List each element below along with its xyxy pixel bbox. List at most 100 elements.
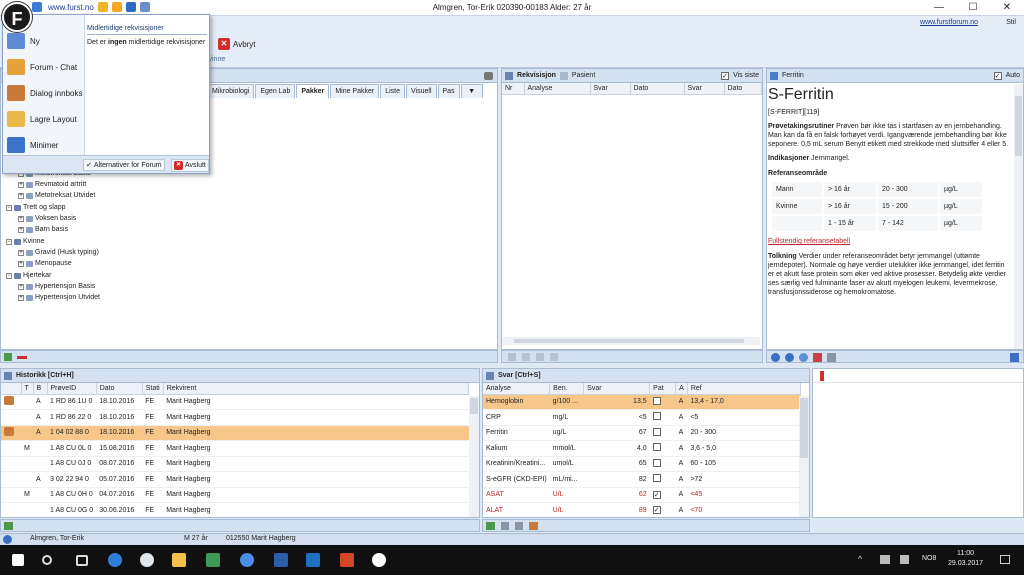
document-icon[interactable] — [501, 522, 509, 530]
column-header[interactable]: Pat — [649, 383, 677, 395]
save-icon[interactable] — [536, 353, 544, 361]
grid-icon[interactable] — [486, 522, 495, 530]
pathological-checkbox[interactable] — [652, 412, 661, 421]
column-header[interactable]: Rekvirent — [163, 383, 470, 395]
menu-item-dialog-inbox[interactable]: Dialog innboks — [7, 85, 82, 101]
tab-mikrobiologi[interactable]: Mikrobiologi — [207, 84, 255, 98]
tree-item[interactable]: + Gravid (Husk typing) — [18, 249, 99, 256]
app-menu-button[interactable]: F — [2, 2, 32, 32]
column-header[interactable]: Analyse — [483, 383, 551, 395]
refresh-icon[interactable] — [799, 353, 808, 362]
collapse-icon[interactable]: − — [6, 272, 12, 279]
column-header[interactable]: Dato — [630, 83, 685, 95]
browser-icon[interactable] — [140, 553, 154, 567]
menu-item-new[interactable]: Ny — [7, 33, 40, 49]
table-row[interactable]: S-eGFR (CKD-EPI) mL/mi... 82 A >72 — [483, 471, 801, 488]
pathological-checkbox[interactable] — [652, 474, 661, 483]
tab-pas[interactable]: Pas — [437, 84, 460, 98]
table-row[interactable]: M 1 A8 CU 0H 0 04.07.2016 FE Marit Hagberg — [1, 487, 469, 503]
cell-pat[interactable] — [649, 425, 676, 441]
file-explorer-icon[interactable] — [172, 553, 186, 567]
column-header[interactable]: T — [21, 383, 34, 395]
network-icon[interactable] — [1010, 353, 1019, 362]
column-header[interactable]: Svar — [583, 383, 651, 395]
tray-chevron-icon[interactable]: ^ — [858, 554, 862, 564]
tree-group[interactable]: − Hjertekar — [6, 272, 51, 279]
vis-siste-checkbox[interactable]: ✓ — [721, 71, 730, 80]
tab-patient[interactable]: Pasient — [572, 72, 595, 79]
expand-icon[interactable]: + — [18, 260, 24, 267]
tab-requisition[interactable]: Rekvisisjon — [517, 72, 556, 79]
menu-item-forum-chat[interactable]: Forum - Chat — [7, 59, 77, 75]
column-header[interactable]: A — [675, 383, 688, 395]
pathological-checkbox[interactable] — [652, 396, 661, 405]
table-row[interactable]: 1 A8 CU 0G 0 30.06.2016 FE Marit Hagberg — [1, 502, 469, 517]
cell-pat[interactable]: ✓ — [649, 502, 676, 517]
table-row[interactable]: A1 RD 86 1U 0 18.10.2016 FE Marit Hagberg — [1, 394, 469, 410]
auto-checkbox[interactable]: ✓ — [993, 71, 1002, 80]
table-row[interactable]: A1 RD 86 22 0 18.10.2016 FE Marit Hagberg — [1, 409, 469, 426]
menu-item-minimize[interactable]: Minimer — [7, 137, 58, 153]
expand-icon[interactable]: + — [18, 283, 24, 290]
grid-icon[interactable] — [4, 522, 13, 530]
tree-item[interactable]: + Metotreksat Utvidet — [18, 192, 95, 199]
expand-icon[interactable]: + — [18, 181, 24, 188]
column-header[interactable]: Analyse — [524, 83, 591, 95]
tree-item[interactable]: + Revmatoid artritt — [18, 181, 86, 188]
table-row[interactable]: A1 04 02 88 0 18.10.2016 FE Marit Hagberg — [1, 425, 469, 441]
table-row[interactable]: Hemoglobin g/100 ... 13,5 A 13,4 - 17,0 — [483, 394, 801, 410]
network-icon[interactable] — [880, 555, 890, 564]
column-header[interactable]: Stati — [142, 383, 164, 395]
windows-start-icon[interactable] — [12, 554, 24, 566]
collapse-icon[interactable]: − — [6, 238, 12, 245]
column-header[interactable]: Ben. — [549, 383, 585, 395]
print-icon[interactable] — [827, 353, 836, 362]
cell-pat[interactable]: ✓ — [649, 487, 676, 503]
column-header[interactable]: PrøveID — [47, 383, 97, 395]
cell-pat[interactable] — [649, 456, 676, 472]
word-icon[interactable] — [274, 553, 288, 567]
tree-item[interactable]: + Voksen basis — [18, 215, 76, 222]
forward-icon[interactable] — [785, 353, 794, 362]
table-row[interactable]: A3 02 22 94 0 05.07.2016 FE Marit Hagberg — [1, 471, 469, 488]
copy-icon[interactable] — [522, 353, 530, 361]
expand-icon[interactable]: + — [18, 192, 24, 199]
maximize-button[interactable]: ☐ — [956, 0, 990, 16]
expand-icon[interactable]: + — [18, 215, 24, 222]
thermometer-icon[interactable] — [820, 370, 824, 381]
tree-item[interactable]: + Menopause — [18, 260, 72, 267]
tree-item[interactable]: + Hypertensjon Utvidet — [18, 294, 100, 301]
clock-time[interactable]: 11:00 — [957, 550, 974, 557]
close-button[interactable]: ✕ — [990, 0, 1024, 16]
menu-item-save-layout[interactable]: Lagre Layout — [7, 111, 77, 127]
forum-link[interactable]: www.furstforum.no — [920, 19, 978, 26]
tree-item[interactable]: + Barn basis — [18, 226, 68, 233]
grid-icon[interactable] — [4, 353, 12, 361]
back-icon[interactable] — [771, 353, 780, 362]
furst-app-icon[interactable] — [372, 553, 386, 567]
powerpoint-icon[interactable] — [340, 553, 354, 567]
notification-icon[interactable] — [1000, 555, 1010, 564]
column-header[interactable]: Dato — [96, 383, 143, 395]
expand-icon[interactable]: + — [18, 249, 24, 256]
vertical-scrollbar[interactable] — [799, 396, 809, 517]
tab-visuell[interactable]: Visuell — [406, 84, 437, 98]
column-header[interactable]: B — [33, 383, 48, 395]
document-icon[interactable] — [550, 353, 558, 361]
camera-icon[interactable] — [484, 71, 493, 80]
search-icon[interactable] — [42, 555, 52, 565]
spreadsheet-icon[interactable] — [206, 553, 220, 567]
style-menu[interactable]: Stil — [1006, 19, 1016, 26]
tree-group[interactable]: − Kvinne — [6, 238, 44, 245]
outlook-icon[interactable] — [306, 553, 320, 567]
column-header[interactable]: Nr — [502, 83, 525, 95]
tree-group[interactable]: − Trett og slapp — [6, 204, 66, 211]
table-row[interactable]: ASAT U/L 62 ✓ A <45 — [483, 487, 801, 503]
collapse-icon[interactable]: − — [6, 204, 12, 211]
table-row[interactable]: M 1 A8 CU 0L 0 15.08.2016 FE Marit Hagberg — [1, 440, 469, 457]
table-row[interactable]: Kalium mmol/L 4,0 A 3,6 - 5,0 — [483, 440, 801, 457]
clock-date[interactable]: 29.03.2017 — [948, 560, 983, 567]
pathological-checkbox[interactable]: ✓ — [652, 506, 661, 515]
cancel-button[interactable]: ✕ Avbryt — [218, 38, 256, 50]
vertical-scrollbar[interactable] — [1014, 84, 1023, 349]
